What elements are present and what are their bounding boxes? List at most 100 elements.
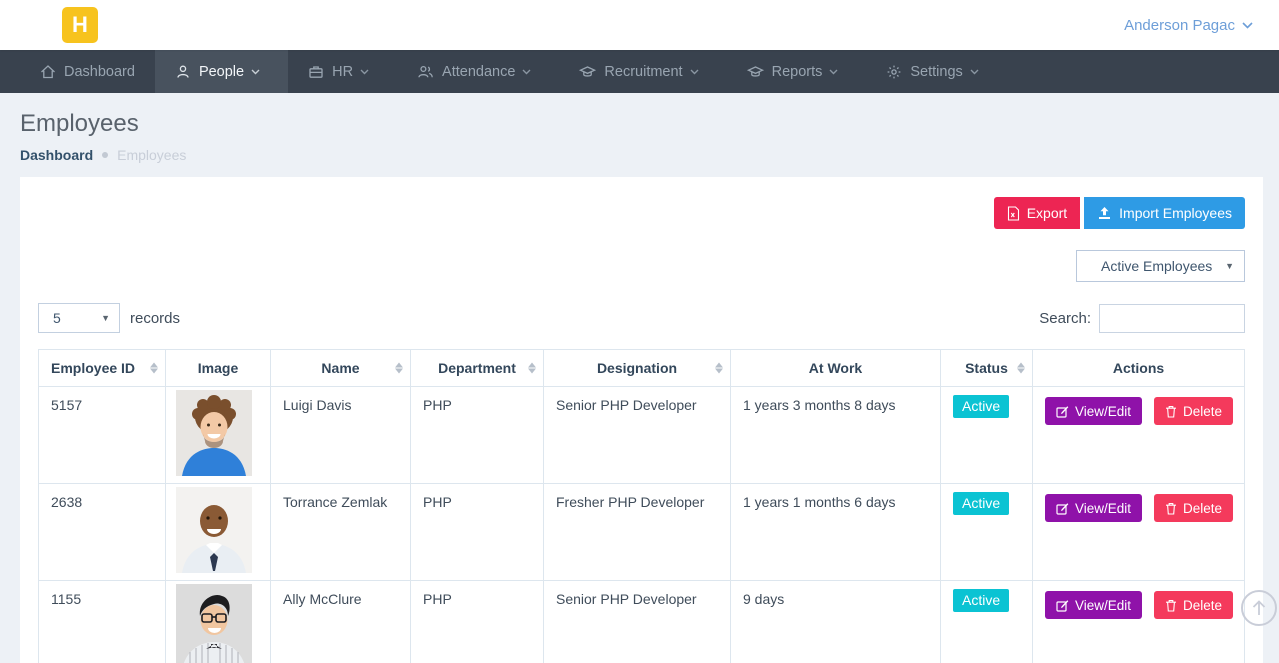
employee-photo (176, 584, 252, 663)
logo-letter: H (72, 12, 88, 38)
export-button[interactable]: Export (994, 197, 1080, 229)
cell-designation: Senior PHP Developer (544, 581, 731, 663)
excel-file-icon (1007, 206, 1020, 221)
cell-at-work: 1 years 1 months 6 days (731, 484, 941, 581)
nav-label: Dashboard (64, 64, 135, 80)
user-name: Anderson Pagac (1124, 17, 1235, 34)
status-badge: Active (953, 492, 1009, 515)
home-icon (40, 64, 56, 80)
search-label: Search: (1039, 310, 1091, 327)
cell-status: Active (941, 581, 1033, 663)
search-group: Search: (1039, 304, 1245, 333)
page-title: Employees (20, 110, 1279, 138)
table-header-row: Employee ID Image Name Department Design… (39, 350, 1245, 387)
breadcrumb: Dashboard Employees (20, 147, 1279, 163)
nav-label: HR (332, 64, 353, 80)
nav-item-recruitment[interactable]: Recruitment (559, 50, 726, 93)
delete-button[interactable]: Delete (1154, 397, 1233, 425)
export-import-row: Export Import Employees (38, 197, 1245, 229)
nav-item-people[interactable]: People (155, 50, 288, 93)
sort-icon (715, 363, 723, 374)
table-row: 2638 Torrance Zemlak PHP Fresher PHP Dev… (39, 484, 1245, 581)
cell-actions: View/Edit Delete (1033, 484, 1245, 581)
column-header-name[interactable]: Name (271, 350, 411, 387)
column-header-actions: Actions (1033, 350, 1245, 387)
filter-selected-value: Active Employees (1101, 258, 1212, 274)
trash-icon (1165, 502, 1177, 515)
arrow-up-icon (1251, 599, 1267, 617)
user-menu[interactable]: Anderson Pagac (1124, 17, 1253, 34)
view-edit-button[interactable]: View/Edit (1045, 494, 1142, 522)
cell-department: PHP (411, 484, 544, 581)
employee-photo (176, 487, 252, 573)
cell-name: Ally McClure (271, 581, 411, 663)
nav-item-hr[interactable]: HR (288, 50, 397, 93)
cell-actions: View/Edit Delete (1033, 581, 1245, 663)
employees-table: Employee ID Image Name Department Design… (38, 349, 1245, 663)
cell-name: Torrance Zemlak (271, 484, 411, 581)
import-label: Import Employees (1119, 205, 1232, 221)
records-selected-value: 5 (53, 310, 61, 326)
column-header-designation[interactable]: Designation (544, 350, 731, 387)
cell-employee-id: 1155 (39, 581, 166, 663)
view-edit-button[interactable]: View/Edit (1045, 397, 1142, 425)
nav-label: Settings (910, 64, 962, 80)
chevron-down-icon (522, 69, 531, 75)
chevron-down-icon (690, 69, 699, 75)
breadcrumb-separator (102, 152, 108, 158)
employees-panel: Export Import Employees Active Employees… (20, 177, 1263, 663)
people-icon (417, 64, 434, 80)
nav-item-attendance[interactable]: Attendance (397, 50, 559, 93)
cell-employee-id: 5157 (39, 387, 166, 484)
column-header-status[interactable]: Status (941, 350, 1033, 387)
sort-icon (528, 363, 536, 374)
records-select[interactable]: 5 ▼ (38, 303, 120, 333)
view-edit-button[interactable]: View/Edit (1045, 591, 1142, 619)
nav-item-settings[interactable]: Settings (866, 50, 1006, 93)
filter-row: Active Employees ▼ (38, 250, 1245, 282)
employee-filter-select[interactable]: Active Employees ▼ (1076, 250, 1245, 282)
cell-image (166, 581, 271, 663)
status-badge: Active (953, 589, 1009, 612)
app-window: H Anderson Pagac Dashboard People HR Att… (0, 0, 1279, 663)
trash-icon (1165, 405, 1177, 418)
column-header-employee-id[interactable]: Employee ID (39, 350, 166, 387)
delete-button[interactable]: Delete (1154, 591, 1233, 619)
column-header-department[interactable]: Department (411, 350, 544, 387)
top-bar: H Anderson Pagac (0, 0, 1279, 50)
employee-photo (176, 390, 252, 476)
search-input[interactable] (1099, 304, 1245, 333)
sort-icon (150, 363, 158, 374)
nav-label: Reports (772, 64, 823, 80)
nav-label: People (199, 64, 244, 80)
nav-item-dashboard[interactable]: Dashboard (20, 50, 155, 93)
cell-designation: Fresher PHP Developer (544, 484, 731, 581)
cell-at-work: 9 days (731, 581, 941, 663)
cell-department: PHP (411, 581, 544, 663)
delete-button[interactable]: Delete (1154, 494, 1233, 522)
breadcrumb-current: Employees (117, 147, 186, 163)
column-header-image: Image (166, 350, 271, 387)
nav-item-reports[interactable]: Reports (727, 50, 867, 93)
table-row: 5157 Luigi Davis PHP Senior PHP Develope… (39, 387, 1245, 484)
upload-icon (1097, 206, 1112, 220)
cell-employee-id: 2638 (39, 484, 166, 581)
import-employees-button[interactable]: Import Employees (1084, 197, 1245, 229)
trash-icon (1165, 599, 1177, 612)
cell-image (166, 387, 271, 484)
chevron-down-icon (1242, 22, 1253, 29)
table-controls: 5 ▼ records Search: (38, 303, 1245, 333)
chevron-down-icon (829, 69, 838, 75)
select-caret-icon: ▼ (101, 313, 110, 323)
app-logo[interactable]: H (62, 7, 98, 43)
records-label: records (130, 310, 180, 327)
scroll-to-top-button[interactable] (1241, 590, 1277, 626)
graduation-cap-icon (747, 64, 764, 80)
cell-status: Active (941, 387, 1033, 484)
graduation-cap-icon (579, 64, 596, 80)
chevron-down-icon (970, 69, 979, 75)
breadcrumb-dashboard-link[interactable]: Dashboard (20, 147, 93, 163)
column-header-at-work: At Work (731, 350, 941, 387)
gear-icon (886, 64, 902, 80)
briefcase-icon (308, 64, 324, 80)
